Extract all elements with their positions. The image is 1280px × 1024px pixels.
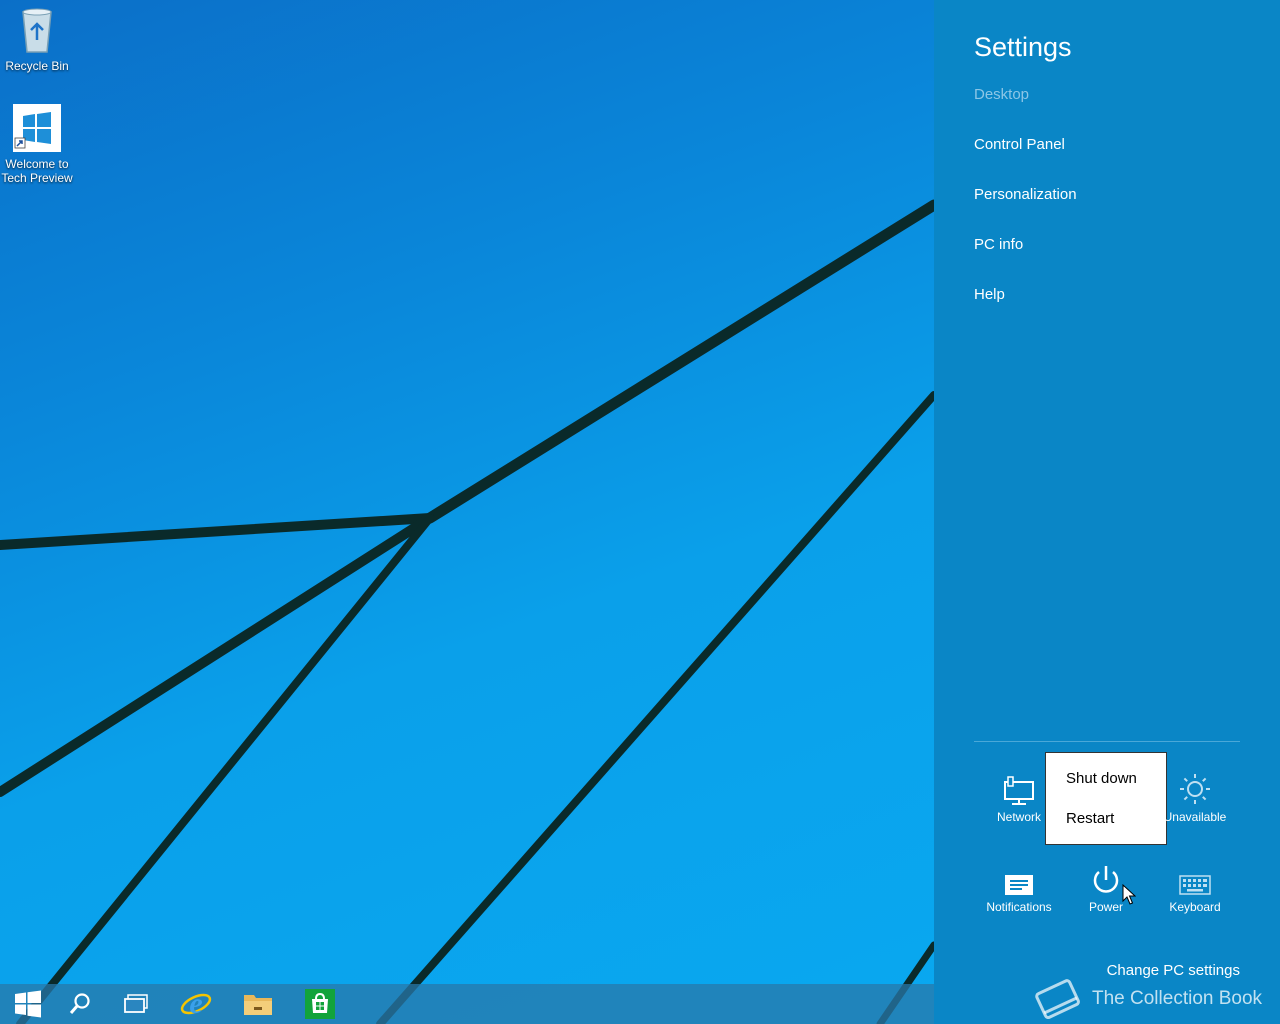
desktop: Recycle Bin Welcome to Tech Preview e <box>0 0 934 1024</box>
mouse-cursor-icon <box>1122 884 1136 905</box>
search-icon <box>69 993 90 1014</box>
power-label: Power <box>1088 900 1123 914</box>
file-explorer-icon <box>244 995 272 1015</box>
notifications-tile[interactable]: Notifications <box>974 860 1064 930</box>
settings-charm-pane: Settings Desktop Control Panel Personali… <box>934 0 1280 1024</box>
recycle-bin-icon <box>0 6 74 57</box>
notifications-icon <box>1005 875 1033 895</box>
tiles-divider <box>974 741 1240 742</box>
shut-down-option[interactable]: Shut down <box>1066 770 1137 787</box>
book-icon <box>1035 979 1080 1019</box>
taskbar: e <box>0 984 934 1024</box>
settings-link-control-panel[interactable]: Control Panel <box>974 136 1065 153</box>
keyboard-icon <box>1179 875 1211 895</box>
power-menu: Shut down Restart <box>1045 752 1167 845</box>
settings-link-personalization[interactable]: Personalization <box>974 186 1077 203</box>
keyboard-tile[interactable]: Keyboard <box>1150 860 1240 930</box>
store-button[interactable] <box>292 984 348 1024</box>
desktop-icon-recycle-bin[interactable]: Recycle Bin <box>0 6 74 73</box>
file-explorer-button[interactable] <box>230 984 286 1024</box>
internet-explorer-icon: e <box>180 988 212 1020</box>
task-view-button[interactable] <box>108 984 164 1024</box>
watermark: The Collection Book <box>1030 976 1270 1024</box>
task-view-icon <box>124 994 148 1013</box>
search-button[interactable] <box>52 984 108 1024</box>
network-icon <box>1004 776 1034 805</box>
internet-explorer-button[interactable]: e <box>168 984 224 1024</box>
start-button[interactable] <box>0 984 56 1024</box>
store-icon <box>305 989 335 1019</box>
brightness-icon <box>1180 774 1210 804</box>
settings-title: Settings <box>974 32 1072 62</box>
brightness-label: Unavailable <box>1163 810 1227 824</box>
windows-logo-shortcut-icon <box>0 104 74 155</box>
desktop-icon-welcome[interactable]: Welcome to Tech Preview <box>0 104 74 185</box>
power-tile[interactable]: Power <box>1061 860 1151 930</box>
settings-context-label: Desktop <box>974 86 1030 103</box>
settings-link-help[interactable]: Help <box>974 286 1005 303</box>
notifications-label: Notifications <box>986 900 1052 914</box>
start-icon <box>15 990 41 1018</box>
restart-option[interactable]: Restart <box>1066 810 1114 827</box>
settings-link-pc-info[interactable]: PC info <box>974 236 1023 253</box>
brightness-tile[interactable]: Unavailable <box>1150 770 1240 840</box>
svg-text:e: e <box>189 988 202 1020</box>
power-icon <box>1093 866 1119 893</box>
recycle-bin-label: Recycle Bin <box>5 59 69 73</box>
wallpaper-lines <box>0 199 934 1024</box>
welcome-label: Welcome to Tech Preview <box>1 157 73 185</box>
keyboard-label: Keyboard <box>1169 900 1221 914</box>
watermark-text: The Collection Book <box>1092 988 1263 1009</box>
